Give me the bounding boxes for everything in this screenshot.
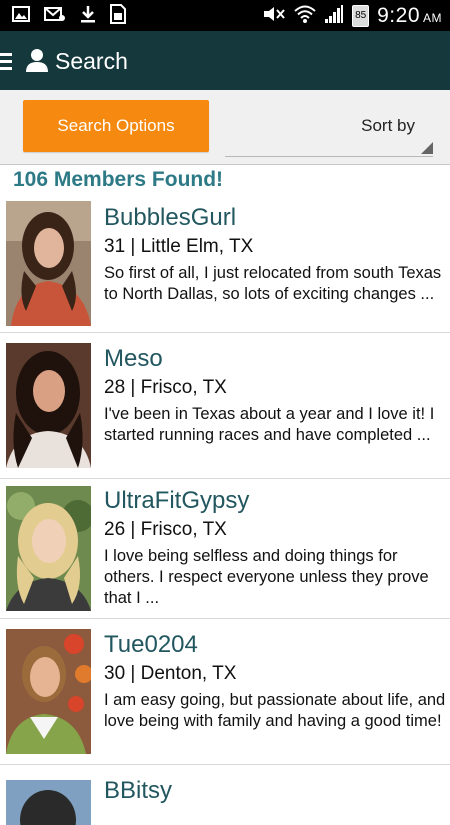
person-icon (25, 48, 49, 72)
member-name[interactable]: BubblesGurl (104, 204, 236, 232)
clock-ampm: AM (423, 11, 442, 25)
member-description: I've been in Texas about a year and I lo… (104, 405, 435, 444)
member-list-item[interactable]: BBitsy (0, 765, 450, 825)
image-icon (12, 5, 30, 27)
member-photo[interactable] (6, 780, 91, 825)
member-description: So first of all, I just relocated from s… (104, 264, 442, 303)
member-photo[interactable] (6, 629, 91, 754)
sim-card-icon (110, 3, 126, 29)
member-age-location: 26 | Frisco, TX (104, 519, 227, 540)
signal-icon (324, 4, 344, 29)
member-name[interactable]: UltraFitGypsy (104, 487, 249, 515)
menu-icon[interactable] (0, 53, 12, 71)
member-photo[interactable] (6, 486, 91, 611)
member-age-location: 31 | Little Elm, TX (104, 236, 254, 257)
member-list-item[interactable]: Tue0204 30 | Denton, TX I am easy going,… (0, 619, 450, 765)
member-name[interactable]: Tue0204 (104, 631, 198, 659)
wifi-icon (294, 4, 316, 29)
search-toolbar: Search Options Sort by (0, 90, 450, 165)
member-list: BubblesGurl 31 | Little Elm, TX So first… (0, 196, 450, 825)
member-age-location: 30 | Denton, TX (104, 663, 237, 684)
download-icon (80, 5, 96, 28)
member-name[interactable]: BBitsy (104, 777, 172, 805)
member-list-item[interactable]: UltraFitGypsy 26 | Frisco, TX I love bei… (0, 479, 450, 619)
member-age-location: 28 | Frisco, TX (104, 377, 227, 398)
clock: 9:20 AM (377, 4, 442, 28)
status-bar-system: 85 9:20 AM (262, 3, 442, 29)
status-bar-notifications (12, 3, 126, 29)
clock-time: 9:20 (377, 4, 420, 27)
action-bar: Search (0, 31, 450, 90)
results-count: 106 Members Found! (13, 168, 224, 191)
dropdown-caret-icon (421, 142, 433, 154)
member-photo[interactable] (6, 201, 91, 326)
member-list-item[interactable]: BubblesGurl 31 | Little Elm, TX So first… (0, 196, 450, 333)
battery-icon: 85 (352, 5, 370, 27)
member-photo[interactable] (6, 343, 91, 468)
search-options-button[interactable]: Search Options (23, 100, 209, 152)
sort-by-label: Sort by (361, 116, 415, 135)
status-bar: 85 9:20 AM (0, 0, 450, 31)
member-list-item[interactable]: Meso 28 | Frisco, TX I've been in Texas … (0, 333, 450, 479)
page-title: Search (55, 48, 128, 74)
member-name[interactable]: Meso (104, 345, 163, 373)
member-description: I love being selfless and doing things f… (104, 547, 429, 607)
mail-icon (44, 6, 66, 27)
member-description: I am easy going, but passionate about li… (104, 691, 446, 730)
sort-by-dropdown[interactable]: Sort by (225, 104, 433, 157)
mute-icon (262, 4, 286, 29)
